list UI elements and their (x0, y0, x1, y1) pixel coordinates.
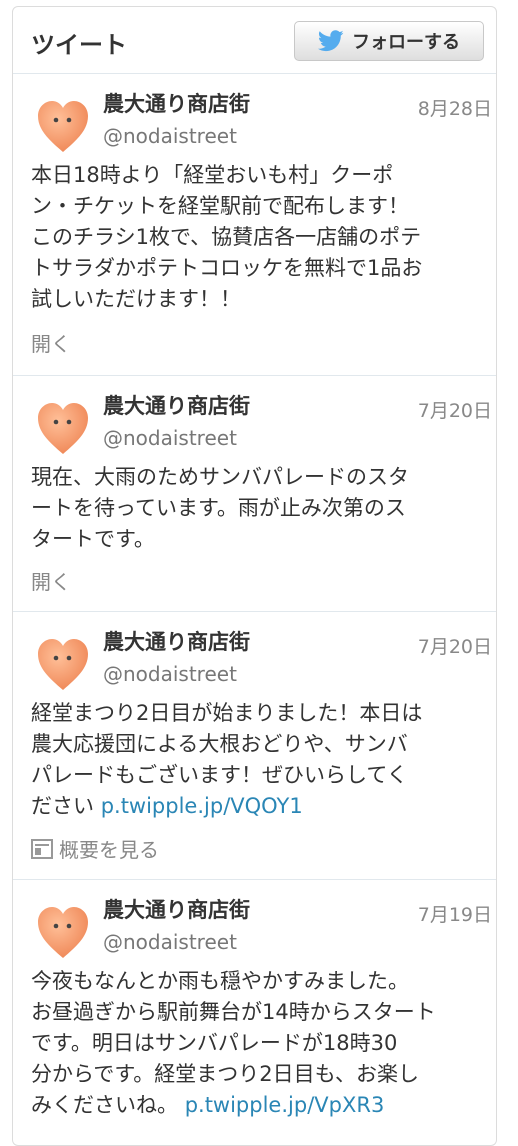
summary-link-label: 概要を見る (59, 838, 159, 862)
avatar[interactable] (35, 904, 91, 960)
tweet-text: 経堂まつり2日目が始まりました！本日は 農大応援団による大根おどりや、サンバ パ… (31, 698, 483, 822)
tweet-text-line: 今夜もなんとか雨も穏やかすみました。 (31, 969, 409, 993)
tweet-text: 今夜もなんとか雨も穏やかすみました。 お昼過ぎから駅前舞台が14時からスタート … (31, 966, 483, 1121)
expand-link[interactable]: 開く (31, 566, 71, 595)
tweet-text-line: みくださいね。 (31, 1093, 185, 1117)
tweet-item[interactable]: 農大通り商店街 @nodaistreet 7月19日 今夜もなんとか雨も穏やかす… (13, 880, 496, 1145)
tweet-text-line: 分からです。経堂まつり2日目も、お楽し (31, 1062, 419, 1086)
tweet-text-line: 農大応援団による大根おどりや、サンバ (31, 732, 408, 756)
tweet-item[interactable]: 農大通り商店街 @nodaistreet 7月20日 現在、大雨のためサンバパレ… (13, 376, 496, 612)
author-name[interactable]: 農大通り商店街 (103, 88, 250, 118)
author-handle[interactable]: @nodaistreet (103, 124, 237, 148)
tweet-text-line: 現在、大雨のためサンバパレードのスタ (31, 465, 409, 489)
tweet-text-line: ださい p.twipple.jp/VQOY1 (31, 791, 483, 822)
follow-button-label: フォローする (352, 32, 460, 53)
expand-link[interactable]: 開く (31, 328, 71, 357)
tweet-text-line: トサラダかポテトコロッケを無料で1品お (31, 256, 423, 280)
tweet-item[interactable]: 農大通り商店街 @nodaistreet 7月20日 経堂まつり2日目が始まりま… (13, 612, 496, 880)
tweet-date[interactable]: 7月20日 (418, 396, 492, 423)
author-handle[interactable]: @nodaistreet (103, 662, 237, 686)
tweet-date[interactable]: 7月20日 (418, 632, 492, 659)
tweet-text-line: ださい (31, 794, 101, 818)
expand-link-label: 開く (31, 570, 71, 594)
tweet-text-line: パレードもございます！ぜひいらしてく (31, 763, 408, 787)
tweet-text-line: みくださいね。 p.twipple.jp/VpXR3 (31, 1090, 483, 1121)
tweet-date[interactable]: 8月28日 (418, 94, 492, 121)
tweet-text-line: 試しいただけます！！ (31, 287, 241, 311)
tweet-text-line: ン・チケットを経堂駅前で配布します！ (31, 194, 409, 218)
widget-header: ツイート フォローする (13, 7, 496, 74)
avatar[interactable] (35, 636, 91, 692)
tweet-link[interactable]: p.twipple.jp/VpXR3 (185, 1093, 385, 1117)
summary-icon (31, 838, 53, 859)
widget-title: ツイート (31, 31, 127, 59)
twitter-bird-icon (318, 30, 344, 52)
tweet-text: 本日18時より「経堂おいも村」クーポ ン・チケットを経堂駅前で配布します！ この… (31, 160, 483, 315)
author-handle[interactable]: @nodaistreet (103, 930, 237, 954)
author-name[interactable]: 農大通り商店街 (103, 894, 250, 924)
tweet-text: 現在、大雨のためサンバパレードのスタ ートを待っています。雨が止み次第のス ター… (31, 462, 483, 555)
tweet-date[interactable]: 7月19日 (418, 900, 492, 927)
follow-button[interactable]: フォローする (294, 21, 484, 61)
author-name[interactable]: 農大通り商店街 (103, 626, 250, 656)
expand-link-label: 開く (31, 332, 71, 356)
author-name[interactable]: 農大通り商店街 (103, 390, 250, 420)
tweet-text-line: このチラシ1枚で、協賛店各一店舗のポテ (31, 225, 422, 249)
tweet-text-line: 本日18時より「経堂おいも村」クーポ (31, 163, 394, 187)
tweet-widget: ツイート フォローする 農大通り商店街 @nodaistreet 8月28日 本… (12, 6, 497, 1146)
tweet-text-line: 経堂まつり2日目が始まりました！本日は (31, 701, 423, 725)
tweet-text-line: タートです。 (31, 527, 155, 551)
tweet-item[interactable]: 農大通り商店街 @nodaistreet 8月28日 本日18時より「経堂おいも… (13, 74, 496, 376)
avatar[interactable] (35, 400, 91, 456)
tweet-link[interactable]: p.twipple.jp/VQOY1 (101, 794, 303, 818)
tweet-text-line: お昼過ぎから駅前舞台が14時からスタート (31, 1000, 436, 1024)
avatar[interactable] (35, 98, 91, 154)
tweet-text-line: ートを待っています。雨が止み次第のス (31, 496, 406, 520)
author-handle[interactable]: @nodaistreet (103, 426, 237, 450)
tweet-text-line: です。明日はサンバパレードが18時30 (31, 1031, 398, 1055)
summary-link[interactable]: 概要を見る (31, 834, 159, 863)
